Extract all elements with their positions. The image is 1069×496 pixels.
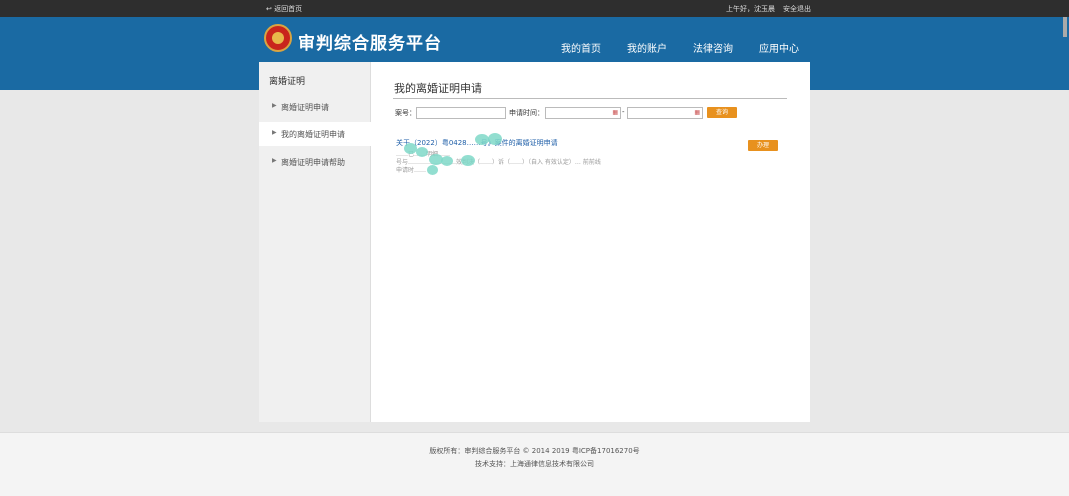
sidebar-item-apply[interactable]: ▶ 离婚证明申请 xyxy=(259,95,370,119)
sidebar-item-label: 离婚证明申请 xyxy=(281,103,329,112)
chevron-right-icon: ▶ xyxy=(272,157,277,164)
range-separator: - xyxy=(622,108,625,116)
end-date-input[interactable]: ▦ xyxy=(627,107,703,119)
handle-button[interactable]: 办理 xyxy=(748,140,778,151)
nav-account[interactable]: 我的账户 xyxy=(627,40,667,55)
site-title: 审判综合服务平台 xyxy=(298,34,442,54)
scrollbar[interactable] xyxy=(1063,17,1067,37)
top-bar: ↩ 返回首页 上午好，沈玉晨 安全退出 xyxy=(0,0,1069,17)
logout-link[interactable]: 安全退出 xyxy=(783,4,811,14)
start-date-input[interactable]: ▦ xyxy=(545,107,621,119)
redaction-mark xyxy=(461,155,475,166)
sidebar-item-my-applications[interactable]: ▶ 我的离婚证明申请 xyxy=(259,122,371,146)
user-links: 上午好，沈玉晨 安全退出 xyxy=(726,4,811,14)
redaction-mark xyxy=(488,133,502,145)
title-divider xyxy=(393,98,787,99)
nav-app-center[interactable]: 应用中心 xyxy=(759,40,799,55)
redaction-mark xyxy=(427,165,438,175)
main-panel: 离婚证明 ▶ 离婚证明申请 ▶ 我的离婚证明申请 ▶ 离婚证明申请帮助 我的离婚… xyxy=(259,62,810,422)
calendar-icon[interactable]: ▦ xyxy=(694,109,700,116)
main-nav: 我的首页 我的账户 法律咨询 应用中心 xyxy=(561,40,799,55)
court-emblem-icon xyxy=(264,24,292,52)
chevron-right-icon: ▶ xyxy=(272,129,277,136)
chevron-right-icon: ▶ xyxy=(272,102,277,109)
application-time-line: 申请时…… xyxy=(396,167,427,174)
redaction-mark xyxy=(441,156,453,166)
apply-time-label: 申请时间： xyxy=(509,109,544,117)
sidebar-item-label: 我的离婚证明申请 xyxy=(281,130,345,139)
redaction-mark xyxy=(416,147,428,157)
case-no-input[interactable] xyxy=(416,107,506,119)
copyright-text: 版权所有：审判综合服务平台 © 2014 2019 粤ICP备17016270号 xyxy=(429,447,640,455)
tech-support-text: 技术支持：上海通律信息技术有限公司 xyxy=(475,460,594,468)
query-button[interactable]: 查询 xyxy=(707,107,737,118)
sidebar-item-label: 离婚证明申请帮助 xyxy=(281,158,345,167)
application-detail-line: 号与……………………效判决（……）诉（……）（自入 有效认定）… 前前线 xyxy=(396,159,601,166)
greeting-text: 上午好，沈玉晨 xyxy=(726,5,775,13)
sidebar-item-help[interactable]: ▶ 离婚证明申请帮助 xyxy=(259,150,370,174)
sidebar-title: 离婚证明 xyxy=(269,77,306,87)
case-no-label: 案号： xyxy=(395,109,416,117)
nav-legal-consult[interactable]: 法律咨询 xyxy=(693,40,733,55)
redaction-mark xyxy=(475,134,489,145)
sidebar: 离婚证明 ▶ 离婚证明申请 ▶ 我的离婚证明申请 ▶ 离婚证明申请帮助 xyxy=(259,62,371,422)
calendar-icon[interactable]: ▦ xyxy=(612,109,618,116)
nav-home[interactable]: 我的首页 xyxy=(561,40,601,55)
back-home-link[interactable]: ↩ 返回首页 xyxy=(266,4,302,14)
footer: 版权所有：审判综合服务平台 © 2014 2019 粤ICP备17016270号… xyxy=(0,432,1069,496)
page-title: 我的离婚证明申请 xyxy=(394,82,482,95)
